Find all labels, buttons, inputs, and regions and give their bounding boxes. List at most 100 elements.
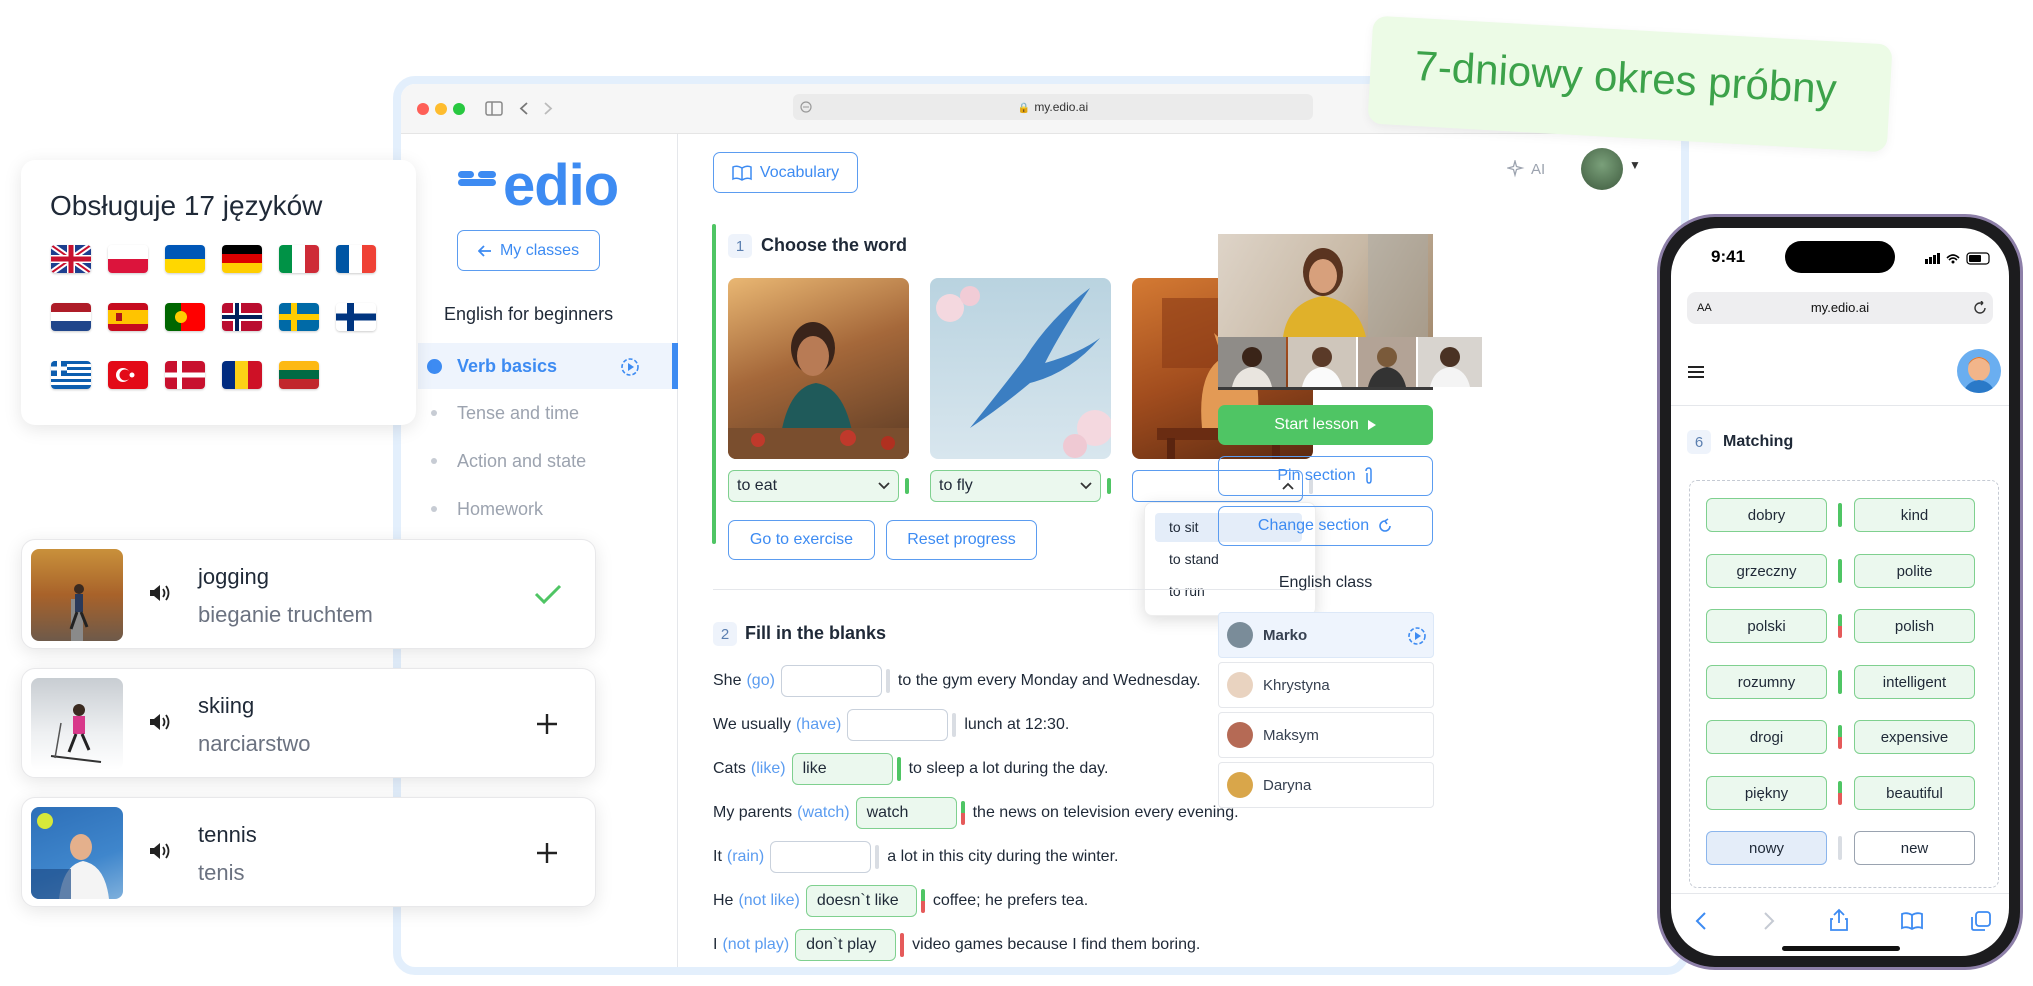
address-bar[interactable]: 🔒 my.edio.ai	[793, 94, 1313, 120]
sidebar-item-tense-and-time[interactable]: Tense and time	[418, 390, 678, 436]
section-number: 1	[728, 234, 752, 258]
vocab-card[interactable]: jogging bieganie truchtem	[21, 539, 596, 649]
verb-hint: (like)	[750, 760, 786, 777]
flag-pl-icon	[108, 245, 148, 273]
sentence-start: I	[713, 936, 718, 953]
caret-down-icon[interactable]: ▼	[1629, 158, 1641, 172]
flag-tr-icon	[108, 361, 148, 389]
my-classes-button[interactable]: My classes	[457, 230, 600, 271]
back-icon[interactable]	[519, 101, 529, 116]
forward-icon[interactable]	[543, 101, 553, 116]
hamburger-menu-icon[interactable]	[1687, 365, 1705, 379]
reload-icon[interactable]	[1973, 301, 1987, 315]
student-row[interactable]: Marko	[1218, 612, 1434, 658]
sentence-start: It	[713, 848, 722, 865]
speaker-icon[interactable]	[148, 582, 172, 604]
answer-field[interactable]	[847, 709, 949, 741]
forward-icon[interactable]	[1763, 911, 1775, 931]
vocab-card[interactable]: tennis tenis	[21, 797, 596, 907]
answer-field[interactable]	[780, 665, 882, 697]
match-chip[interactable]: grzeczny	[1706, 554, 1827, 588]
phone-url-text: my.edio.ai	[1810, 300, 1870, 315]
match-chip[interactable]: new	[1854, 831, 1975, 865]
vocab-translation: narciarstwo	[198, 731, 311, 756]
student-row[interactable]: Khrystyna	[1218, 662, 1434, 708]
paperclip-icon	[1364, 467, 1372, 484]
answer-field[interactable]: watch	[855, 797, 957, 829]
answer-field[interactable]: don`t play	[795, 929, 897, 961]
text-size-button[interactable]: AA	[1697, 292, 1712, 324]
share-icon[interactable]	[1829, 908, 1849, 932]
chevron-down-icon	[1080, 482, 1092, 490]
minimize-dot[interactable]	[435, 103, 447, 115]
match-chip[interactable]: polish	[1854, 609, 1975, 643]
match-chip[interactable]: intelligent	[1854, 665, 1975, 699]
match-chip[interactable]: piękny	[1706, 776, 1827, 810]
change-section-button[interactable]: Change section	[1218, 506, 1433, 546]
answer-field[interactable]: like	[791, 753, 893, 785]
plus-icon[interactable]	[536, 842, 558, 864]
match-chip[interactable]: drogi	[1706, 720, 1827, 754]
image-jogging	[31, 549, 123, 641]
status-time: 9:41	[1711, 247, 1746, 266]
flag-gb-icon	[51, 245, 91, 273]
match-chip[interactable]: expensive	[1854, 720, 1975, 754]
dropdown-option[interactable]: to stand	[1155, 545, 1302, 574]
match-chip[interactable]: polite	[1854, 554, 1975, 588]
speaker-icon[interactable]	[148, 840, 172, 862]
image-bird-flying	[930, 278, 1111, 459]
student-row[interactable]: Maksym	[1218, 712, 1434, 758]
ai-button[interactable]: AI	[1507, 160, 1545, 178]
match-chip[interactable]: polski	[1706, 609, 1827, 643]
tabs-icon[interactable]	[1970, 910, 1992, 932]
sentence-end: video games because I find them boring.	[912, 936, 1201, 953]
section-number: 2	[713, 622, 737, 646]
vocabulary-button[interactable]: Vocabulary	[713, 152, 858, 193]
student-row[interactable]: Daryna	[1218, 762, 1434, 808]
back-icon[interactable]	[1695, 911, 1707, 931]
section-title: Choose the word	[761, 235, 908, 255]
checkmark-icon[interactable]	[534, 583, 562, 605]
bullet-icon	[431, 506, 437, 512]
plus-icon[interactable]	[536, 713, 558, 735]
chevron-down-icon	[878, 482, 890, 490]
word-select-1[interactable]: to eat	[728, 470, 899, 502]
word-select-2[interactable]: to fly	[930, 470, 1101, 502]
select-value: to eat	[737, 477, 778, 494]
status-tick	[960, 801, 965, 825]
speaker-icon[interactable]	[148, 711, 172, 733]
vocabulary-label: Vocabulary	[759, 163, 840, 181]
flag-fr-icon	[336, 245, 376, 273]
status-tick	[1838, 614, 1842, 638]
image-woman-eating	[728, 278, 909, 459]
sentence-end: the news on television every evening.	[972, 804, 1239, 821]
user-avatar[interactable]	[1581, 148, 1623, 190]
reset-progress-button[interactable]: Reset progress	[886, 520, 1037, 560]
start-lesson-button[interactable]: Start lesson	[1218, 405, 1433, 445]
site-settings-icon[interactable]	[800, 101, 812, 113]
vocab-card[interactable]: skiing narciarstwo	[21, 668, 596, 778]
sidebar-item-homework[interactable]: Homework	[418, 486, 678, 532]
close-dot[interactable]	[417, 103, 429, 115]
go-to-exercise-button[interactable]: Go to exercise	[728, 520, 875, 560]
sidebar-item-verb-basics[interactable]: Verb basics	[418, 343, 678, 389]
phone-address-bar[interactable]: AA my.edio.ai	[1687, 292, 1993, 324]
match-chip-selected[interactable]: nowy	[1706, 831, 1827, 865]
sidebar-toggle-icon[interactable]	[485, 101, 503, 116]
sentence-row: My parents (watch) watch the news on tele…	[713, 795, 1239, 831]
sidebar-item-label: Homework	[457, 498, 544, 519]
sidebar-item-action-and-state[interactable]: Action and state	[418, 438, 678, 484]
maximize-dot[interactable]	[453, 103, 465, 115]
match-chip[interactable]: kind	[1854, 498, 1975, 532]
student-name: Maksym	[1263, 726, 1319, 744]
pin-section-button[interactable]: Pin section	[1218, 456, 1433, 496]
avatar[interactable]	[1957, 349, 2001, 393]
live-sync-icon[interactable]	[620, 357, 640, 377]
bookmarks-icon[interactable]	[1900, 911, 1924, 931]
answer-field[interactable]: doesn`t like	[805, 885, 917, 917]
match-chip[interactable]: beautiful	[1854, 776, 1975, 810]
match-chip[interactable]: rozumny	[1706, 665, 1827, 699]
match-chip[interactable]: dobry	[1706, 498, 1827, 532]
video-participant	[1288, 337, 1356, 387]
answer-field[interactable]	[770, 841, 872, 873]
